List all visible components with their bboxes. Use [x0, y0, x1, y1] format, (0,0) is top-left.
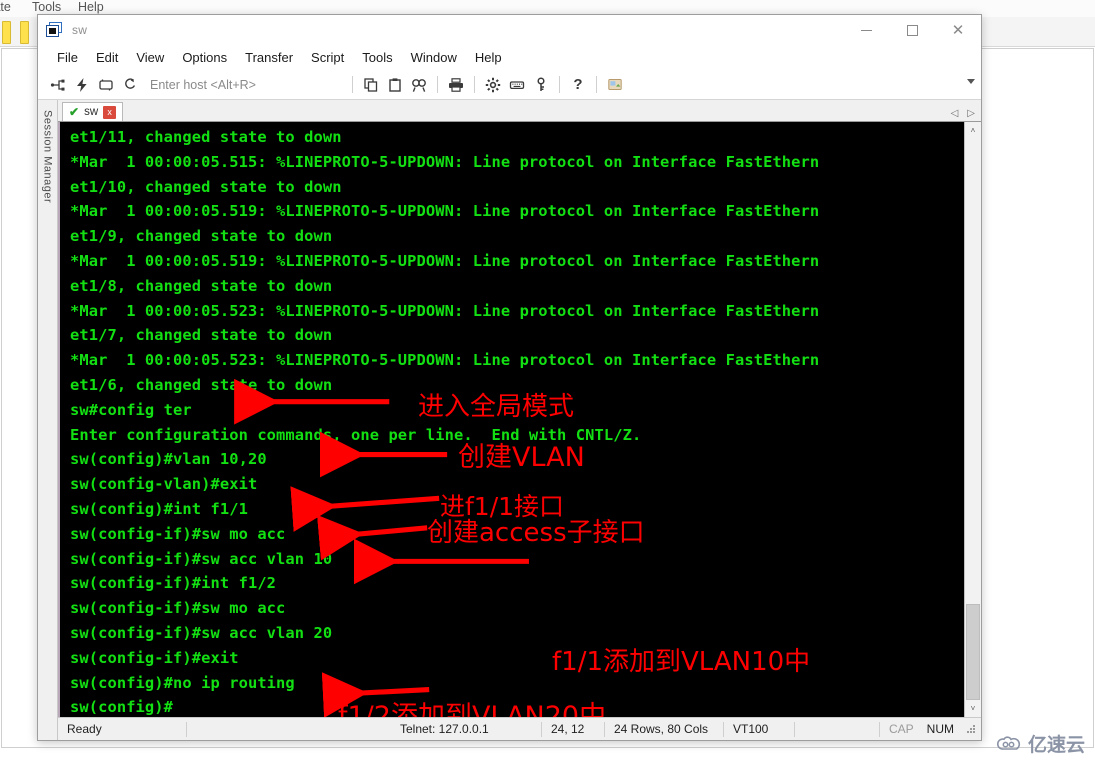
status-blank: [795, 718, 879, 740]
chevron-down-icon[interactable]: [967, 79, 975, 84]
minimize-icon: [860, 29, 872, 31]
window-title: sw: [72, 23, 88, 37]
tab-close-icon[interactable]: x: [103, 105, 117, 119]
menu-help[interactable]: Help: [466, 47, 511, 68]
reconnect-icon[interactable]: [118, 73, 142, 97]
secure-crt-icon: [46, 22, 63, 38]
cloud-logo-icon: [996, 735, 1021, 750]
menubar: File Edit View Options Transfer Script T…: [38, 45, 981, 70]
minimize-button[interactable]: [843, 15, 889, 45]
close-button[interactable]: ✕: [935, 15, 981, 45]
terminal-screen[interactable]: et1/11, changed state to down *Mar 1 00:…: [58, 122, 964, 717]
toolbar: Enter host <Alt+R> ?: [38, 70, 981, 100]
tab-strip: ✔ sw x ◁ ▷: [58, 100, 981, 121]
background-menu-item-tate[interactable]: tate: [0, 0, 11, 14]
print-icon[interactable]: [444, 73, 468, 97]
terminal-area: et1/11, changed state to down *Mar 1 00:…: [58, 121, 981, 717]
scroll-down-icon[interactable]: ˅: [965, 700, 981, 717]
session-manager-rail[interactable]: Session Manager: [38, 100, 58, 740]
securecrt-window: sw ✕ File Edit View Options Transfer Scr…: [37, 14, 982, 741]
status-bar: Ready Telnet: 127.0.0.1 24, 12 24 Rows, …: [58, 717, 981, 740]
menu-script[interactable]: Script: [302, 47, 353, 68]
status-dimensions: 24 Rows, 80 Cols: [613, 722, 709, 736]
background-menu-item-tools[interactable]: Tools: [32, 0, 61, 14]
toolbar-divider-4: [558, 76, 560, 93]
host-input[interactable]: Enter host <Alt+R>: [150, 78, 256, 92]
session-manager-label: Session Manager: [41, 110, 54, 204]
keymap-icon[interactable]: [505, 73, 529, 97]
find-icon[interactable]: [407, 73, 431, 97]
resize-grip-icon[interactable]: [964, 722, 978, 736]
background-menu-item-help[interactable]: Help: [78, 0, 104, 14]
quick-connect-icon[interactable]: [70, 73, 94, 97]
maximize-button[interactable]: [889, 15, 935, 45]
toolbar-divider-1: [351, 76, 353, 93]
scrollbar-thumb[interactable]: [966, 604, 980, 700]
tab-navigation: ◁ ▷: [951, 108, 975, 119]
menu-window[interactable]: Window: [402, 47, 466, 68]
status-cursor-position: 24, 12: [550, 722, 585, 736]
tab-next-icon[interactable]: ▷: [967, 108, 975, 119]
menu-file[interactable]: File: [48, 47, 87, 68]
scrollbar-track[interactable]: [965, 139, 981, 700]
tab-connected-icon: ✔: [69, 105, 80, 119]
terminal-scrollbar[interactable]: ˄ ˅: [964, 122, 981, 717]
tab-prev-icon[interactable]: ◁: [951, 108, 959, 119]
toolbar-divider-3: [473, 76, 475, 93]
toolbar-divider-2: [436, 76, 438, 93]
terminal-output: et1/11, changed state to down *Mar 1 00:…: [70, 128, 820, 717]
menu-view[interactable]: View: [127, 47, 173, 68]
background-toolbar-chip-yellow-2[interactable]: [20, 21, 29, 44]
tab-sw[interactable]: ✔ sw x: [62, 102, 124, 121]
settings-icon[interactable]: [481, 73, 505, 97]
status-ready: Ready: [67, 722, 102, 736]
key-icon[interactable]: [529, 73, 553, 97]
close-icon: ✕: [951, 20, 965, 39]
scroll-up-icon[interactable]: ˄: [965, 122, 981, 139]
menu-edit[interactable]: Edit: [87, 47, 127, 68]
status-cap-indicator: CAP: [888, 722, 914, 736]
connect-icon[interactable]: [46, 73, 70, 97]
session-options-icon[interactable]: [603, 73, 627, 97]
paste-icon[interactable]: [383, 73, 407, 97]
watermark: 亿速云: [996, 730, 1085, 757]
menu-options[interactable]: Options: [173, 47, 236, 68]
status-num-indicator: NUM: [926, 722, 954, 736]
status-emulation: VT100: [732, 722, 769, 736]
connect-in-tab-icon[interactable]: [94, 73, 118, 97]
toolbar-divider-5: [595, 76, 597, 93]
status-divider-1: [186, 721, 187, 737]
background-toolbar-chip-yellow-1[interactable]: [2, 21, 11, 44]
main-column: ✔ sw x ◁ ▷ et1/11, changed state to down…: [58, 100, 981, 740]
maximize-icon: [906, 24, 918, 36]
menu-tools[interactable]: Tools: [353, 47, 401, 68]
menu-transfer[interactable]: Transfer: [236, 47, 302, 68]
tab-label: sw: [84, 106, 99, 118]
window-titlebar[interactable]: sw ✕: [38, 15, 981, 45]
copy-icon[interactable]: [359, 73, 383, 97]
watermark-text: 亿速云: [1027, 734, 1085, 756]
help-icon[interactable]: ?: [566, 73, 590, 97]
status-connection: Telnet: 127.0.0.1: [399, 722, 489, 736]
window-body: Session Manager ✔ sw x ◁ ▷ et1/11, chang…: [38, 100, 981, 740]
